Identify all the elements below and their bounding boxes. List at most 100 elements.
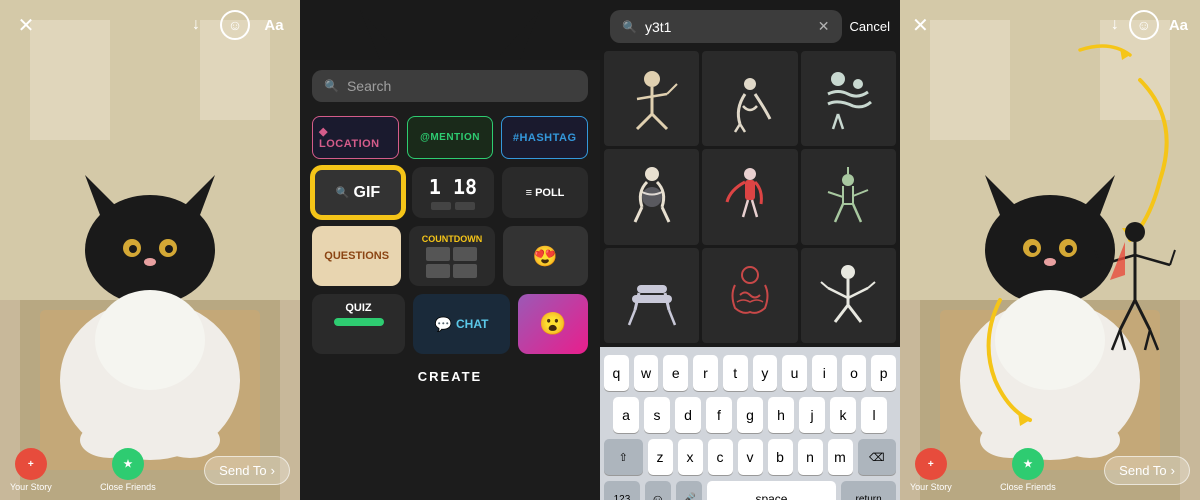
key-l[interactable]: l <box>861 397 887 433</box>
gif-sticker[interactable]: 🔍 GIF <box>312 167 404 218</box>
gif-result-3[interactable] <box>801 51 896 146</box>
key-emoji[interactable]: ☺ <box>645 481 671 500</box>
key-e[interactable]: e <box>663 355 688 391</box>
chat-sticker[interactable]: 💬 CHAT <box>413 294 510 354</box>
gif-result-7[interactable] <box>604 248 699 343</box>
key-m[interactable]: m <box>828 439 853 475</box>
key-backspace[interactable]: ⌫ <box>858 439 896 475</box>
key-c[interactable]: c <box>708 439 733 475</box>
chat-label: CHAT <box>456 317 488 331</box>
gif-result-4[interactable] <box>604 149 699 244</box>
key-j[interactable]: j <box>799 397 825 433</box>
panel2-top <box>300 0 600 60</box>
key-q[interactable]: q <box>604 355 629 391</box>
your-story-button[interactable]: + Your Story <box>10 448 52 492</box>
key-return[interactable]: return <box>841 481 896 500</box>
mouth-sticker[interactable]: 😮 <box>518 294 588 354</box>
key-shift[interactable]: ⇧ <box>604 439 642 475</box>
key-a[interactable]: a <box>613 397 639 433</box>
search-placeholder: Search <box>347 78 391 94</box>
location-sticker[interactable]: ◆ LOCATION <box>312 116 399 159</box>
panel-gif-search: 🔍 y3t1 ✕ Cancel <box>600 0 900 500</box>
close-icon-4[interactable]: ✕ <box>912 13 929 38</box>
sticker-row-3: QUESTIONS COUNTDOWN 😍 <box>312 226 588 286</box>
gif-results-grid <box>600 47 900 347</box>
poll-sticker[interactable]: ≡ POLL <box>502 167 588 218</box>
panel-story-1: ✕ ↓ ☺ Aa + Your Story ★ Close Friends Se… <box>0 0 300 500</box>
your-story-button-4[interactable]: + Your Story <box>910 448 952 492</box>
countdown-digits: 1 18 <box>429 175 477 199</box>
cancel-button[interactable]: Cancel <box>850 19 890 34</box>
cat-background-2 <box>900 0 1200 500</box>
sticker-icon-4[interactable]: ☺ <box>1129 10 1159 40</box>
keyboard-row-1: q w e r t y u i o p <box>604 355 896 391</box>
key-f[interactable]: f <box>706 397 732 433</box>
hashtag-sticker[interactable]: #HASHTAG <box>501 116 588 159</box>
bottom-bar-1: + Your Story ★ Close Friends Send To › <box>0 440 300 500</box>
key-p[interactable]: p <box>871 355 896 391</box>
key-b[interactable]: b <box>768 439 793 475</box>
close-icon[interactable]: ✕ <box>12 11 40 39</box>
emoji-sticker[interactable]: 😍 <box>503 226 588 286</box>
close-friends-label: Close Friends <box>100 482 156 492</box>
gif-search-icon: 🔍 <box>622 20 637 34</box>
gif-result-9[interactable] <box>801 248 896 343</box>
key-x[interactable]: x <box>678 439 703 475</box>
key-w[interactable]: w <box>634 355 659 391</box>
gif-result-8[interactable] <box>702 248 797 343</box>
text-icon[interactable]: Aa <box>260 11 288 39</box>
sticker-icon[interactable]: ☺ <box>220 10 250 40</box>
key-z[interactable]: z <box>648 439 673 475</box>
countdown-sticker-2[interactable]: COUNTDOWN <box>409 226 494 286</box>
text-icon-4[interactable]: Aa <box>1169 17 1188 34</box>
your-story-icon-4: + <box>915 448 947 480</box>
search-icon: 🔍 <box>324 79 339 93</box>
questions-sticker[interactable]: QUESTIONS <box>312 226 401 286</box>
gif-result-6[interactable] <box>801 149 896 244</box>
download-icon-4[interactable]: ↓ <box>1111 16 1119 34</box>
key-o[interactable]: o <box>842 355 867 391</box>
key-123[interactable]: 123 <box>604 481 640 500</box>
keyboard-row-2: a s d f g h j k l <box>604 397 896 433</box>
gif-search-header: 🔍 y3t1 ✕ Cancel <box>600 0 900 47</box>
send-to-button[interactable]: Send To › <box>204 456 290 485</box>
gif-result-5[interactable] <box>702 149 797 244</box>
key-t[interactable]: t <box>723 355 748 391</box>
key-i[interactable]: i <box>812 355 837 391</box>
sticker-row-1: ◆ LOCATION @MENTION #HASHTAG <box>312 116 588 159</box>
countdown-sticker[interactable]: 1 18 <box>412 167 494 218</box>
gif-result-1[interactable] <box>604 51 699 146</box>
sticker-grid: ◆ LOCATION @MENTION #HASHTAG 🔍 GIF 1 18 <box>300 110 600 360</box>
close-friends-button-4[interactable]: ★ Close Friends <box>1000 448 1056 492</box>
keyboard-row-3: ⇧ z x c v b n m ⌫ <box>604 439 896 475</box>
key-h[interactable]: h <box>768 397 794 433</box>
sticker-row-2: 🔍 GIF 1 18 ≡ POLL <box>312 167 588 218</box>
key-g[interactable]: g <box>737 397 763 433</box>
key-mic[interactable]: 🎤 <box>676 481 702 500</box>
gif-search-input[interactable]: y3t1 <box>645 19 810 35</box>
key-d[interactable]: d <box>675 397 701 433</box>
gif-result-2[interactable] <box>702 51 797 146</box>
key-space[interactable]: space <box>707 481 837 500</box>
quiz-sticker[interactable]: QUIZ <box>312 294 405 354</box>
key-s[interactable]: s <box>644 397 670 433</box>
key-y[interactable]: y <box>753 355 778 391</box>
gif-search-container[interactable]: 🔍 y3t1 ✕ <box>610 10 842 43</box>
bottom-bar-4: + Your Story ★ Close Friends Send To › <box>900 440 1200 500</box>
key-k[interactable]: k <box>830 397 856 433</box>
panel-sticker-picker: 🔍 Search ◆ LOCATION @MENTION #HASHTAG 🔍 … <box>300 0 600 500</box>
create-label: CREATE <box>300 368 600 386</box>
send-to-button-4[interactable]: Send To › <box>1104 456 1190 485</box>
key-v[interactable]: v <box>738 439 763 475</box>
mention-sticker[interactable]: @MENTION <box>407 116 494 159</box>
top-bar-1: ✕ ↓ ☺ Aa <box>0 0 300 50</box>
key-n[interactable]: n <box>798 439 823 475</box>
key-u[interactable]: u <box>782 355 807 391</box>
download-icon[interactable]: ↓ <box>182 11 210 39</box>
virtual-keyboard: q w e r t y u i o p a s d f g h j k l ⇧ … <box>600 347 900 500</box>
close-friends-button[interactable]: ★ Close Friends <box>100 448 156 492</box>
clear-search-icon[interactable]: ✕ <box>818 18 830 35</box>
key-r[interactable]: r <box>693 355 718 391</box>
sticker-search-bar[interactable]: 🔍 Search <box>312 70 588 102</box>
keyboard-row-4: 123 ☺ 🎤 space return <box>604 481 896 500</box>
